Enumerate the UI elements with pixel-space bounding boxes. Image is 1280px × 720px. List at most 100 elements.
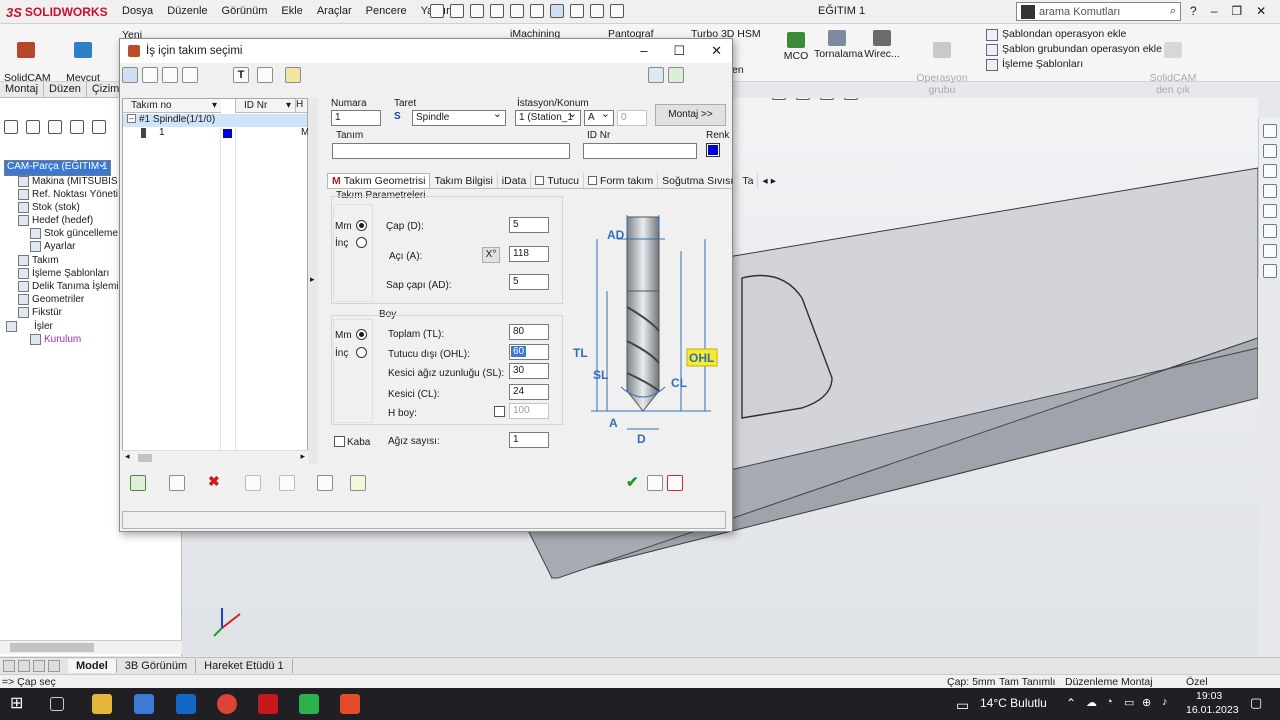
tab-model[interactable]: Model: [68, 659, 117, 673]
new-document-icon[interactable]: [450, 4, 464, 18]
taret-select[interactable]: Spindle: [412, 108, 506, 126]
add-op-from-template[interactable]: Şablondan operasyon ekle: [986, 27, 1162, 42]
save-icon[interactable]: [490, 4, 504, 18]
tanim-input[interactable]: [332, 143, 570, 159]
mco-button[interactable]: MCO: [782, 32, 810, 62]
minimize-button[interactable]: –: [1211, 4, 1218, 18]
tree-item-settings[interactable]: Ayarlar: [30, 241, 76, 252]
tree-item-templates[interactable]: İşleme Şablonları: [18, 268, 109, 279]
panel-splitter[interactable]: ▸: [308, 98, 318, 464]
tab-scroll-left-icon[interactable]: ◂: [762, 175, 767, 187]
tab-coolant[interactable]: Soğutma Sıvısı: [658, 173, 739, 188]
tree-item-geometries[interactable]: Geometriler: [18, 294, 84, 305]
view-list-2-icon[interactable]: [142, 67, 158, 83]
home-tab-icon[interactable]: [1263, 124, 1277, 138]
op-group-sync-button[interactable]: Operasyon grubu senkronizasyonu: [904, 30, 983, 108]
expand-arrow-icon[interactable]: ▸: [310, 274, 315, 285]
tree-horizontal-scrollbar[interactable]: [0, 640, 182, 654]
tool-cursor-icon[interactable]: [688, 67, 704, 83]
status-units[interactable]: Özel: [1186, 676, 1208, 688]
file-explorer-taskbar-icon[interactable]: [92, 694, 112, 714]
solidworks-logo[interactable]: 3S SOLIDWORKS: [6, 3, 108, 21]
dialog-minimize-button[interactable]: –: [640, 43, 647, 59]
undo-tool-icon[interactable]: [279, 475, 295, 491]
export-table-icon[interactable]: [317, 475, 333, 491]
menu-duzenle[interactable]: Düzenle: [167, 5, 207, 18]
tab-first-icon[interactable]: [3, 660, 15, 672]
network-icon[interactable]: ☁: [1086, 696, 1097, 709]
filter-clear-icon[interactable]: [257, 67, 273, 83]
view-list-4-icon[interactable]: [182, 67, 198, 83]
display-style-icon[interactable]: [796, 98, 810, 100]
solidcam-exit-button[interactable]: SolidCAM den çık: [1148, 30, 1198, 96]
diameter-input[interactable]: 5: [509, 217, 549, 233]
search-icon[interactable]: ⌕: [1170, 5, 1176, 18]
clock-date[interactable]: 16.01.2023: [1186, 704, 1239, 716]
scrollbar-thumb[interactable]: [10, 643, 94, 652]
tab-more[interactable]: Ta: [738, 173, 759, 188]
scroll-right-icon[interactable]: ▸: [300, 451, 305, 462]
length-mm-radio[interactable]: [356, 329, 367, 340]
custom-properties-icon[interactable]: [1263, 224, 1277, 238]
tree-item-setup[interactable]: Kurulum: [30, 334, 81, 345]
search-toggle-icon[interactable]: [1021, 4, 1035, 19]
mm-radio[interactable]: [356, 220, 367, 231]
weather-icon[interactable]: ▭: [956, 697, 969, 714]
tree-item-hole-recognition[interactable]: Delik Tanıma İşlemi (H: [18, 281, 132, 292]
menu-gorunum[interactable]: Görünüm: [222, 5, 268, 18]
idnr-input[interactable]: [583, 143, 697, 159]
text-filter-icon[interactable]: T: [233, 67, 249, 83]
rebuild-icon[interactable]: [570, 4, 584, 18]
tab-3d-view[interactable]: 3B Görünüm: [117, 659, 197, 673]
design-library-icon[interactable]: [1263, 164, 1277, 178]
dialog-close-button[interactable]: ✕: [711, 43, 722, 59]
volume-icon[interactable]: ♪: [1162, 696, 1168, 708]
machining-templates[interactable]: İşleme Şablonları: [986, 57, 1162, 72]
tab-holder[interactable]: Tutucu: [531, 173, 585, 188]
tool-list-hscrollbar[interactable]: ◂ ▸: [122, 450, 308, 464]
undo-icon[interactable]: [530, 4, 544, 18]
tree-root[interactable]: CAM-Parça (EĞITIM 1: [4, 158, 111, 176]
col-id[interactable]: ID Nr ▾: [235, 99, 295, 113]
scroll-left-icon[interactable]: ◂: [125, 451, 130, 462]
tab-prev-icon[interactable]: [18, 660, 30, 672]
globe-icon[interactable]: ⊕: [1142, 696, 1151, 709]
close-app-button[interactable]: ✕: [1256, 4, 1266, 18]
tab-scroll-right-icon[interactable]: ▸: [771, 175, 776, 187]
tab-form-tool[interactable]: Form takım: [584, 173, 659, 188]
h-length-checkbox[interactable]: [494, 406, 505, 417]
collapse-icon[interactable]: –: [127, 114, 136, 123]
solidworks-taskbar-icon[interactable]: [258, 694, 278, 714]
task-view-icon[interactable]: [50, 697, 64, 711]
battery-icon[interactable]: ▭: [1124, 696, 1134, 709]
open-icon[interactable]: [470, 4, 484, 18]
renumber-icon[interactable]: [245, 475, 261, 491]
inch-radio[interactable]: [356, 237, 367, 248]
tab-tool-info[interactable]: Takım Bilgisi: [430, 173, 498, 188]
feature-tree-icon[interactable]: [4, 120, 18, 134]
tab-scroll-arrows[interactable]: ◂ ▸: [758, 173, 780, 188]
select-cursor-icon[interactable]: [550, 4, 564, 18]
view-settings-icon[interactable]: [844, 98, 858, 100]
angle-degree-button[interactable]: X°: [482, 247, 500, 263]
save-tool-icon[interactable]: [647, 475, 663, 491]
print-icon[interactable]: [510, 4, 524, 18]
menu-ekle[interactable]: Ekle: [281, 5, 302, 18]
outside-holder-input[interactable]: 60: [509, 344, 549, 360]
notifications-icon[interactable]: ▢: [1250, 695, 1262, 711]
form-tool-checkbox[interactable]: [588, 176, 598, 185]
view-list-1-icon[interactable]: [122, 67, 138, 83]
tab-next-icon[interactable]: [33, 660, 45, 672]
menu-araclar[interactable]: Araçlar: [317, 5, 352, 18]
chrome-taskbar-icon[interactable]: [217, 694, 237, 714]
options-gear-icon[interactable]: [610, 4, 624, 18]
dialog-maximize-button[interactable]: ☐: [673, 43, 685, 59]
flute-length-input[interactable]: 30: [509, 363, 549, 379]
position-offset-input[interactable]: 0: [617, 110, 647, 126]
tab-idata[interactable]: iData: [498, 173, 532, 188]
help-icon[interactable]: ?: [1190, 4, 1197, 18]
numara-input[interactable]: 1: [331, 110, 381, 126]
menu-pencere[interactable]: Pencere: [366, 5, 407, 18]
tree-item-makina[interactable]: Makina (MITSUBIS: [18, 176, 118, 187]
view-palette-icon[interactable]: [1263, 264, 1277, 278]
